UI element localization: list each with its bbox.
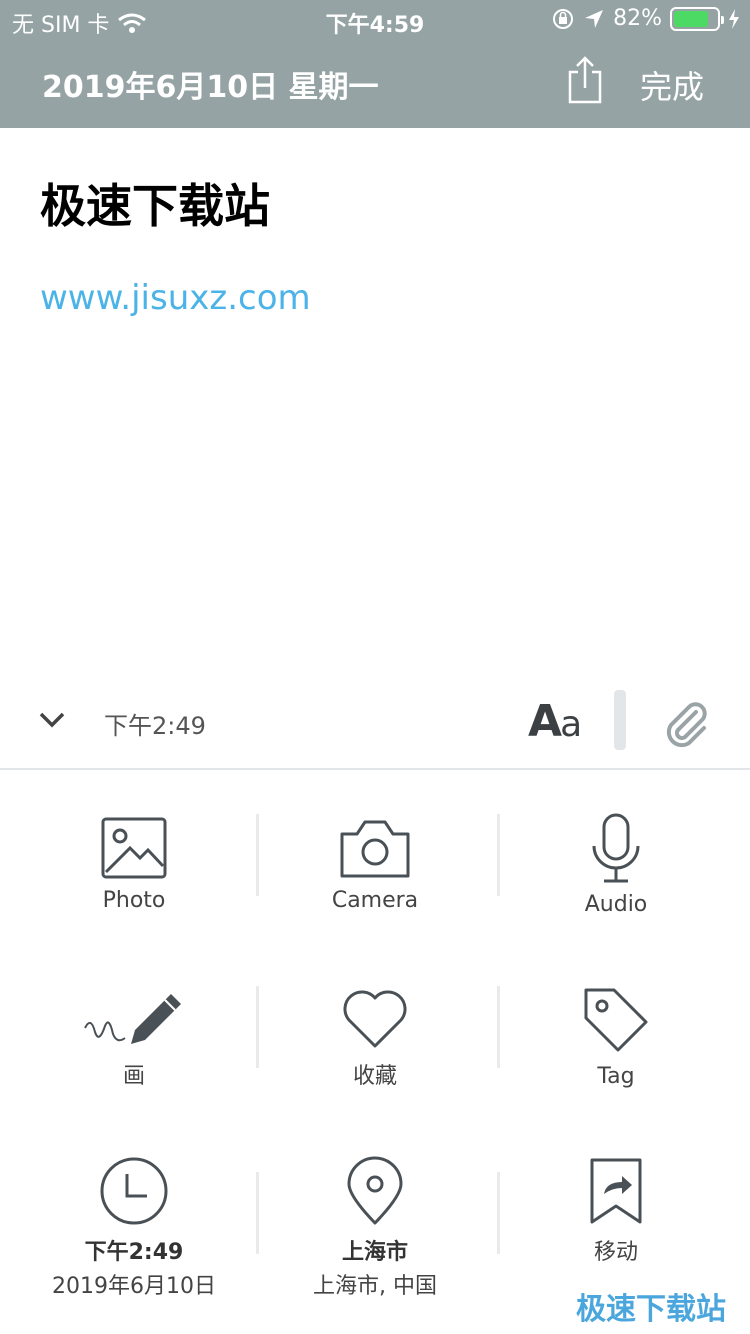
time-date: 2019年6月10日 bbox=[52, 1274, 216, 1299]
draw-label: 画 bbox=[122, 1064, 145, 1089]
battery-percent: 82% bbox=[613, 6, 662, 31]
status-bar: 无 SIM 卡 下午4:59 82% bbox=[0, 0, 750, 40]
watermark-text: 极速下载站 bbox=[576, 1292, 726, 1327]
pencil-icon bbox=[84, 994, 181, 1044]
microphone-icon bbox=[592, 813, 640, 883]
location-arrow-icon bbox=[585, 9, 604, 28]
audio-button[interactable]: Audio bbox=[496, 812, 736, 917]
note-title[interactable]: 极速下载站 bbox=[40, 170, 270, 236]
camera-button[interactable]: Camera bbox=[255, 816, 495, 913]
location-button[interactable]: 上海市 上海市, 中国 bbox=[255, 1156, 495, 1300]
nav-date: 2019年6月10日 星期一 bbox=[42, 70, 379, 105]
favorite-button[interactable]: 收藏 bbox=[255, 988, 495, 1090]
chevron-down-icon[interactable] bbox=[36, 704, 68, 736]
heart-icon bbox=[343, 990, 407, 1048]
toolbar-time: 下午2:49 bbox=[104, 712, 206, 740]
camera-label: Camera bbox=[331, 888, 419, 913]
photo-label: Photo bbox=[102, 888, 166, 913]
location-pin-icon bbox=[347, 1156, 403, 1225]
rotation-lock-icon bbox=[553, 8, 574, 29]
tag-icon bbox=[584, 988, 648, 1052]
location-detail: 上海市, 中国 bbox=[313, 1274, 437, 1299]
attachment-grid: Photo Camera Audio 画 收藏 Tag 下午2:49 2019年… bbox=[0, 772, 750, 1334]
tag-button[interactable]: Tag bbox=[496, 984, 736, 1089]
location-title: 上海市 bbox=[341, 1240, 408, 1265]
tag-label: Tag bbox=[597, 1064, 635, 1089]
font-small-letter: a bbox=[560, 704, 582, 745]
note-link[interactable]: www.jisuxz.com bbox=[40, 278, 311, 318]
time-title: 下午2:49 bbox=[84, 1240, 184, 1265]
move-button[interactable]: 移动 bbox=[496, 1156, 736, 1266]
photo-icon bbox=[101, 817, 167, 879]
audio-label: Audio bbox=[584, 892, 648, 917]
clock-icon bbox=[100, 1157, 168, 1225]
font-format-button[interactable]: Aa bbox=[528, 696, 582, 747]
status-right: 82% bbox=[551, 6, 740, 31]
favorite-label: 收藏 bbox=[352, 1064, 397, 1089]
battery-icon bbox=[670, 6, 724, 31]
photo-button[interactable]: Photo bbox=[14, 816, 254, 913]
draw-button[interactable]: 画 bbox=[14, 986, 254, 1090]
move-label: 移动 bbox=[593, 1240, 638, 1265]
done-button[interactable]: 完成 bbox=[640, 62, 704, 108]
time-button[interactable]: 下午2:49 2019年6月10日 bbox=[14, 1156, 254, 1300]
charging-icon bbox=[729, 8, 739, 29]
share-icon[interactable] bbox=[566, 56, 604, 104]
camera-icon bbox=[340, 820, 410, 878]
paperclip-icon[interactable] bbox=[662, 700, 710, 748]
font-big-letter: A bbox=[528, 696, 562, 747]
battery-fill bbox=[674, 10, 709, 27]
move-icon bbox=[590, 1158, 642, 1224]
header-bar: 无 SIM 卡 下午4:59 82% 2019年6月10日 星期一 完成 bbox=[0, 0, 750, 128]
toolbar-divider bbox=[614, 690, 626, 750]
editor-toolbar: 下午2:49 Aa bbox=[0, 680, 750, 770]
